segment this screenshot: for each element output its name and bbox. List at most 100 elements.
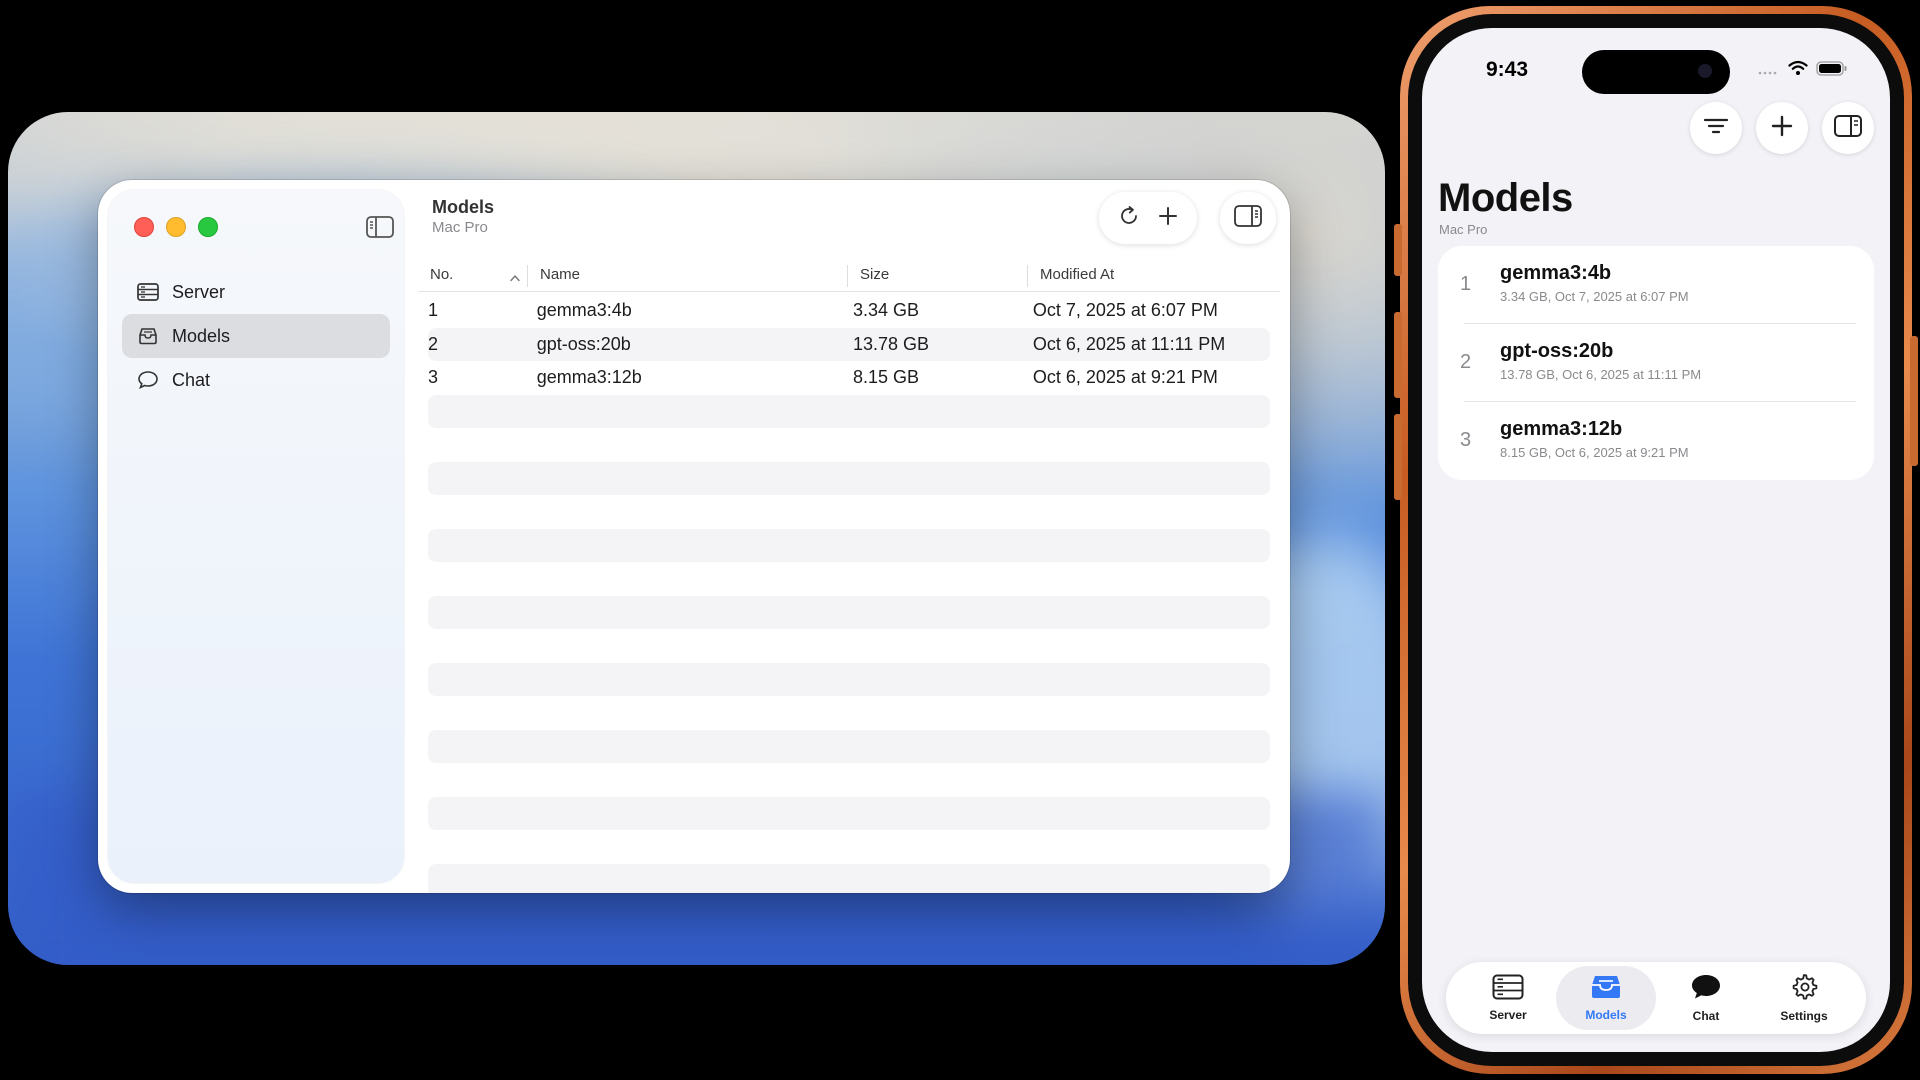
row-number: 3 bbox=[428, 367, 439, 388]
table-row[interactable]: 1 gemma3:4b 3.34 GB Oct 7, 2025 at 6:07 … bbox=[428, 294, 1270, 328]
row-model-name: gpt-oss:20b bbox=[536, 333, 631, 354]
row-modified: Oct 6, 2025 at 11:11 PM bbox=[1032, 333, 1226, 354]
row-size: 8.15 GB bbox=[852, 367, 919, 388]
page-title: Models bbox=[1438, 176, 1573, 220]
sidebar-toggle-icon[interactable] bbox=[366, 216, 394, 238]
table-header: No. Name Size Modified At bbox=[418, 258, 1280, 292]
empty-table-row bbox=[428, 662, 1270, 696]
filter-lines-icon bbox=[1703, 116, 1729, 141]
tab-models[interactable]: Models bbox=[1556, 966, 1656, 1030]
row-modified: Oct 7, 2025 at 6:07 PM bbox=[1032, 300, 1218, 321]
list-item-detail: 8.15 GB, Oct 6, 2025 at 9:21 PM bbox=[1500, 445, 1689, 460]
empty-table-row bbox=[428, 428, 1270, 462]
sidebar-item-server[interactable]: Server bbox=[122, 270, 390, 314]
close-window-button[interactable] bbox=[134, 217, 154, 237]
column-header-no[interactable]: No. bbox=[418, 258, 528, 291]
row-model-name: gemma3:12b bbox=[536, 367, 642, 388]
sidebar-right-icon bbox=[1234, 204, 1262, 232]
window-subtitle: Mac Pro bbox=[432, 219, 488, 236]
models-tray-icon bbox=[136, 325, 160, 347]
volume-up-button bbox=[1394, 312, 1402, 398]
empty-table-row bbox=[428, 394, 1270, 428]
toolbar-group bbox=[1099, 192, 1197, 244]
plus-icon bbox=[1157, 205, 1179, 232]
table-row[interactable]: 2 gpt-oss:20b 13.78 GB Oct 6, 2025 at 11… bbox=[428, 327, 1270, 361]
camera-icon bbox=[1698, 64, 1712, 78]
column-header-size[interactable]: Size bbox=[848, 258, 1028, 291]
list-item-detail: 3.34 GB, Oct 7, 2025 at 6:07 PM bbox=[1500, 289, 1689, 304]
row-number: 2 bbox=[428, 333, 439, 354]
row-model-name: gemma3:4b bbox=[536, 300, 632, 321]
table-row[interactable]: 3 gemma3:12b 8.15 GB Oct 6, 2025 at 9:21… bbox=[428, 361, 1270, 395]
sort-ascending-icon bbox=[510, 269, 520, 286]
empty-table-row bbox=[428, 595, 1270, 629]
row-modified: Oct 6, 2025 at 9:21 PM bbox=[1032, 367, 1218, 388]
list-item-number: 2 bbox=[1460, 351, 1472, 373]
status-bar-indicators bbox=[1758, 60, 1848, 81]
list-item[interactable]: 1 gemma3:4b 3.34 GB, Oct 7, 2025 at 6:07… bbox=[1438, 246, 1874, 324]
empty-table-row bbox=[428, 629, 1270, 663]
empty-table-row bbox=[428, 830, 1270, 864]
empty-table-row bbox=[428, 763, 1270, 797]
chat-bubble-icon bbox=[1690, 973, 1722, 1006]
add-model-button[interactable] bbox=[1151, 201, 1185, 235]
models-tray-icon bbox=[1589, 974, 1623, 1005]
sidebar-nav: Server Models Chat bbox=[122, 270, 390, 402]
row-size: 3.34 GB bbox=[852, 300, 919, 321]
mac-app-window: Server Models Chat Models Mac Pro No. Na… bbox=[98, 180, 1290, 893]
sidebar-item-label: Server bbox=[172, 281, 226, 302]
add-model-button[interactable] bbox=[1756, 102, 1808, 154]
empty-table-row bbox=[428, 796, 1270, 830]
tab-label: Models bbox=[1585, 1008, 1627, 1022]
sidebar-item-chat[interactable]: Chat bbox=[122, 358, 390, 402]
empty-table-row bbox=[428, 729, 1270, 763]
list-item-name: gemma3:12b bbox=[1500, 418, 1623, 440]
sidebar-item-label: Models bbox=[172, 325, 231, 346]
sidebar-right-icon bbox=[1834, 114, 1862, 142]
volume-down-button bbox=[1394, 414, 1402, 500]
empty-table-row bbox=[428, 461, 1270, 495]
cellular-signal-icon bbox=[1758, 62, 1780, 80]
plus-icon bbox=[1770, 114, 1794, 143]
battery-icon bbox=[1816, 60, 1848, 81]
sidebar-item-models[interactable]: Models bbox=[122, 314, 390, 358]
tab-label: Chat bbox=[1692, 1009, 1720, 1023]
models-table: No. Name Size Modified At 1 gemma3:4b 3.… bbox=[418, 258, 1280, 893]
tab-chat[interactable]: Chat bbox=[1656, 966, 1756, 1030]
zoom-window-button[interactable] bbox=[198, 217, 218, 237]
tab-settings[interactable]: Settings bbox=[1754, 966, 1854, 1030]
gear-icon bbox=[1790, 973, 1818, 1006]
iphone-frame: 9:43 Models Mac Pro 1 gemma3:4b 3.34 GB,… bbox=[1394, 6, 1918, 1074]
tab-bar: Server Models Chat Settings bbox=[1446, 962, 1866, 1034]
models-list: 1 gemma3:4b 3.34 GB, Oct 7, 2025 at 6:07… bbox=[1438, 246, 1874, 480]
list-item-name: gpt-oss:20b bbox=[1500, 340, 1614, 362]
refresh-icon bbox=[1117, 204, 1141, 233]
column-header-modified[interactable]: Modified At bbox=[1028, 258, 1280, 291]
page-subtitle: Mac Pro bbox=[1439, 222, 1488, 237]
list-item-number: 3 bbox=[1460, 429, 1472, 451]
inspector-toggle-button[interactable] bbox=[1822, 102, 1874, 154]
table-body: 1 gemma3:4b 3.34 GB Oct 7, 2025 at 6:07 … bbox=[418, 292, 1280, 893]
list-item[interactable]: 2 gpt-oss:20b 13.78 GB, Oct 6, 2025 at 1… bbox=[1438, 324, 1874, 402]
filter-button[interactable] bbox=[1690, 102, 1742, 154]
sidebar: Server Models Chat bbox=[108, 190, 404, 883]
empty-table-row bbox=[428, 696, 1270, 730]
tab-label: Settings bbox=[1780, 1009, 1828, 1023]
action-button bbox=[1394, 224, 1402, 276]
row-number: 1 bbox=[428, 300, 439, 321]
tab-server[interactable]: Server bbox=[1458, 966, 1558, 1030]
server-icon bbox=[1492, 974, 1524, 1005]
refresh-button[interactable] bbox=[1112, 201, 1146, 235]
empty-table-row bbox=[428, 528, 1270, 562]
minimize-window-button[interactable] bbox=[166, 217, 186, 237]
list-item[interactable]: 3 gemma3:12b 8.15 GB, Oct 6, 2025 at 9:2… bbox=[1438, 402, 1874, 480]
dynamic-island bbox=[1582, 50, 1730, 94]
row-size: 13.78 GB bbox=[852, 333, 930, 354]
column-header-name[interactable]: Name bbox=[528, 258, 848, 291]
iphone-screen: 9:43 Models Mac Pro 1 gemma3:4b 3.34 GB,… bbox=[1422, 28, 1890, 1052]
sidebar-item-label: Chat bbox=[172, 369, 211, 390]
inspector-toggle-button[interactable] bbox=[1220, 192, 1276, 244]
empty-table-row bbox=[428, 495, 1270, 529]
list-item-name: gemma3:4b bbox=[1500, 262, 1612, 284]
empty-table-row bbox=[428, 562, 1270, 596]
